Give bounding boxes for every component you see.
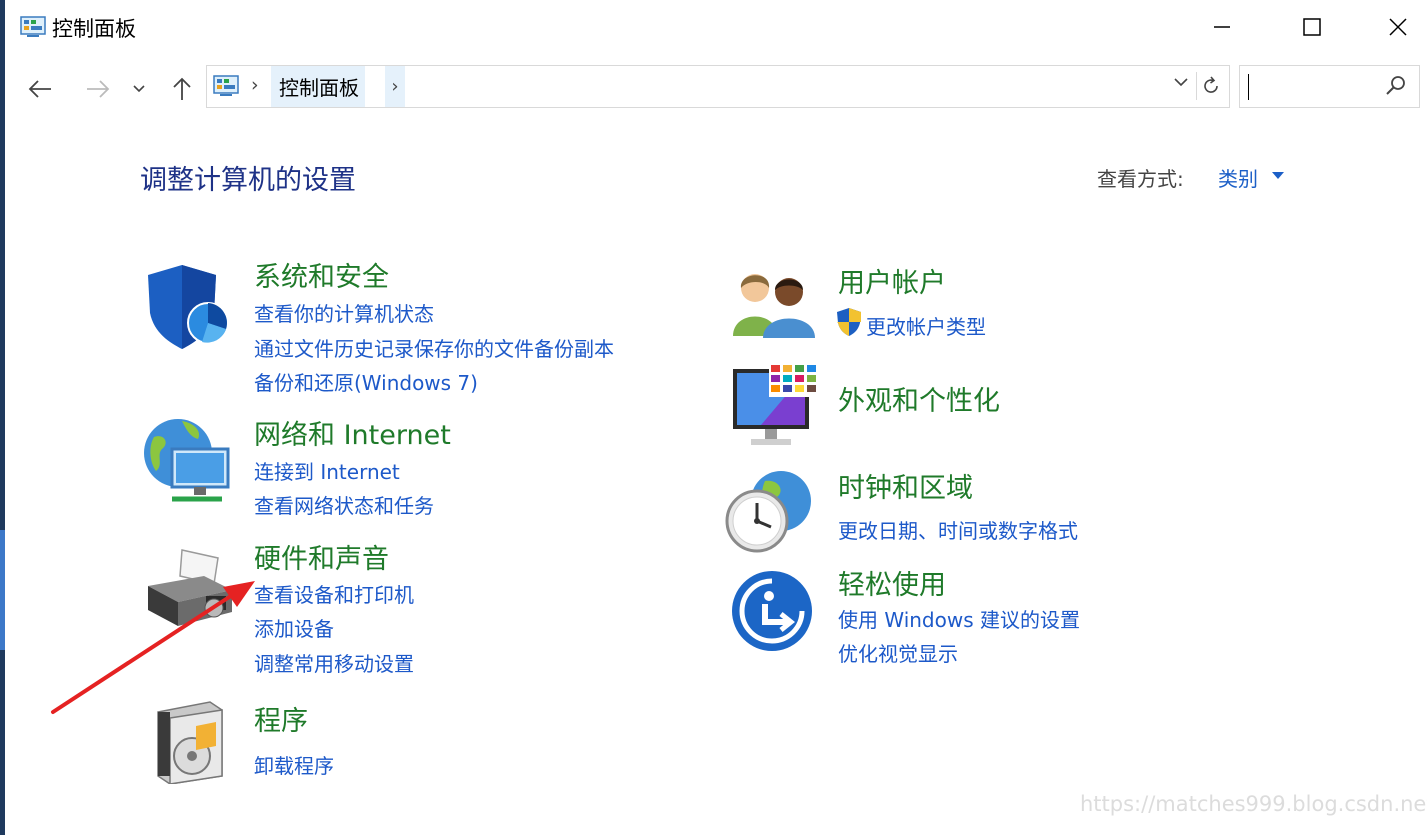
chevron-right-icon[interactable]: › [251, 74, 259, 96]
close-icon [1389, 18, 1407, 36]
chevron-right-icon[interactable]: › [385, 66, 405, 107]
link-add-device[interactable]: 添加设备 [254, 613, 334, 642]
control-panel-icon [213, 75, 239, 96]
maximize-button[interactable] [1267, 0, 1357, 54]
link-mobility-settings[interactable]: 调整常用移动设置 [254, 648, 414, 677]
link-devices-printers[interactable]: 查看设备和打印机 [254, 579, 414, 608]
shield-icon[interactable] [146, 263, 230, 349]
category-ease-of-access[interactable]: 轻松使用 [838, 563, 946, 602]
annotation-arrow [51, 581, 255, 714]
link-backup-restore[interactable]: 备份和还原(Windows 7) [254, 367, 478, 396]
view-by-label: 查看方式: [1097, 167, 1184, 191]
desktop-edge [0, 0, 5, 835]
uac-shield-icon [837, 308, 861, 336]
refresh-button[interactable] [1196, 72, 1224, 100]
category-hardware-sound[interactable]: 硬件和声音 [254, 537, 389, 576]
minimize-icon [1214, 26, 1230, 28]
dropdown-arrow-icon[interactable] [1272, 172, 1284, 179]
arrow-up-icon [173, 77, 191, 100]
search-box[interactable] [1239, 65, 1420, 108]
control-panel-icon [20, 16, 46, 37]
window-title: 控制面板 [52, 17, 136, 41]
forward-button[interactable] [81, 72, 115, 106]
link-date-time-format[interactable]: 更改日期、时间或数字格式 [838, 515, 1078, 544]
search-icon[interactable] [1385, 75, 1407, 97]
link-connect-internet[interactable]: 连接到 Internet [254, 456, 400, 485]
arrow-left-icon [28, 80, 51, 98]
search-input[interactable] [1246, 72, 1376, 102]
clock-globe-icon[interactable] [725, 467, 815, 555]
address-bar[interactable]: › 控制面板 › [206, 65, 1230, 108]
back-button[interactable] [23, 72, 57, 106]
refresh-icon [1203, 76, 1218, 93]
link-uninstall-program[interactable]: 卸载程序 [254, 750, 334, 779]
chevron-down-icon[interactable] [1173, 76, 1189, 88]
category-user-accounts[interactable]: 用户帐户 [838, 261, 946, 300]
arrow-right-icon [87, 80, 110, 98]
title-bar: 控制面板 [5, 0, 1427, 54]
page-title: 调整计算机的设置 [140, 165, 356, 196]
link-change-account-type[interactable]: 更改帐户类型 [866, 311, 986, 340]
view-by-dropdown[interactable]: 类别 [1218, 163, 1258, 192]
link-windows-recommended-settings[interactable]: 使用 Windows 建议的设置 [838, 604, 1080, 633]
monitor-palette-icon[interactable] [731, 361, 821, 449]
category-appearance[interactable]: 外观和个性化 [838, 379, 1000, 418]
users-icon[interactable] [731, 266, 817, 338]
category-clock-region[interactable]: 时钟和区域 [838, 466, 973, 505]
ease-of-access-icon[interactable] [731, 570, 813, 652]
category-system-security[interactable]: 系统和安全 [254, 255, 389, 294]
recent-locations-button[interactable] [127, 72, 151, 106]
link-optimize-visual-display[interactable]: 优化视觉显示 [838, 638, 958, 667]
breadcrumb-control-panel[interactable]: 控制面板 [271, 66, 365, 107]
category-network-internet[interactable]: 网络和 Internet [254, 413, 451, 452]
maximize-icon [1303, 18, 1321, 36]
up-button[interactable] [165, 72, 199, 106]
link-view-computer-status[interactable]: 查看你的计算机状态 [254, 298, 434, 327]
chevron-down-icon [133, 85, 145, 93]
network-globe-icon[interactable] [142, 415, 234, 507]
close-button[interactable] [1353, 0, 1427, 54]
navigation-bar: › 控制面板 › [5, 54, 1427, 120]
link-network-status[interactable]: 查看网络状态和任务 [254, 490, 434, 519]
watermark-text: https://matches999.blog.csdn.net [1080, 792, 1427, 816]
minimize-button[interactable] [1177, 0, 1267, 54]
link-file-history-backup[interactable]: 通过文件历史记录保存你的文件备份副本 [254, 333, 614, 362]
text-cursor [1248, 74, 1249, 100]
